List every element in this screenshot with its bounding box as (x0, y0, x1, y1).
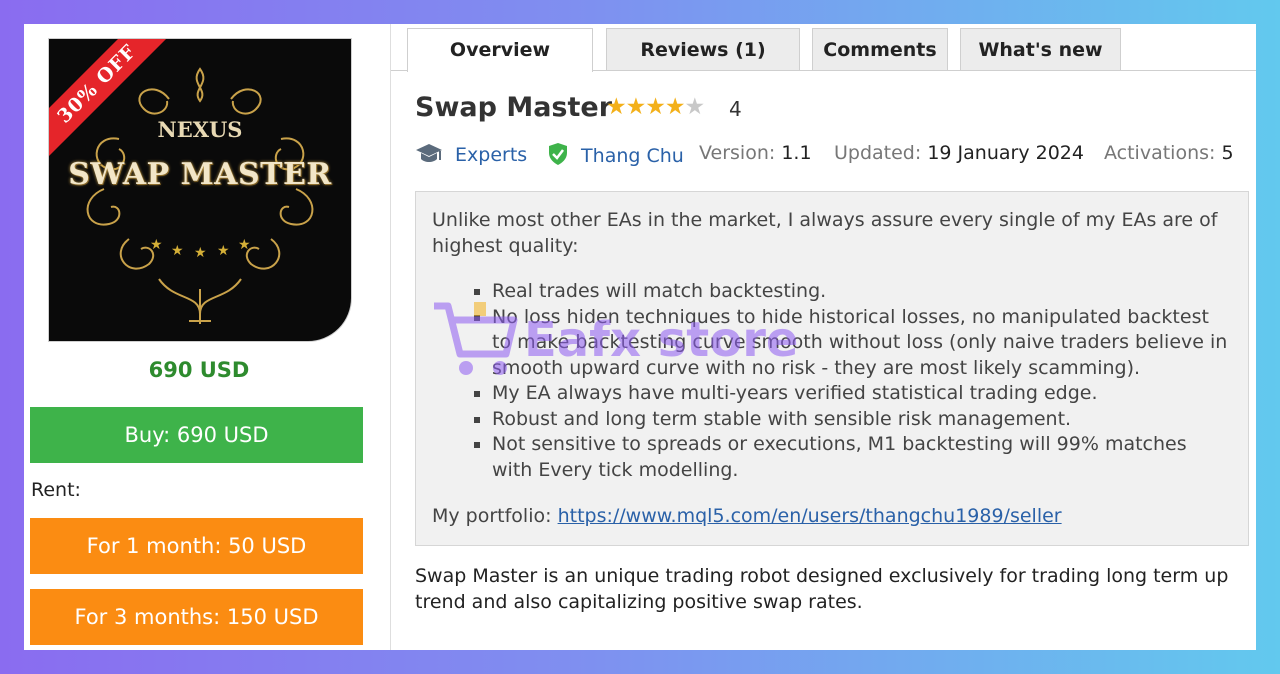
updated-label: Updated: (834, 142, 922, 164)
rent-3-months-button[interactable]: For 3 months: 150 USD (30, 589, 363, 645)
category-meta: Experts (415, 142, 527, 166)
list-item: My EA always have multi-years verified s… (492, 381, 1232, 407)
list-item: Robust and long term stable with sensibl… (492, 407, 1232, 433)
svg-text:★: ★ (238, 237, 251, 253)
portfolio-link[interactable]: https://www.mql5.com/en/users/thangchu19… (558, 505, 1062, 527)
svg-text:★: ★ (217, 243, 230, 259)
rent-1-month-button[interactable]: For 1 month: 50 USD (30, 518, 363, 574)
star-icon: ★ (664, 94, 686, 120)
description-intro: Unlike most other EAs in the market, I a… (432, 209, 1218, 257)
updated-meta: Updated: 19 January 2024 (834, 142, 1084, 164)
activations-label: Activations: (1104, 142, 1216, 164)
rent-label: Rent: (31, 479, 81, 501)
updated-value: 19 January 2024 (927, 142, 1084, 164)
feature-list: Real trades will match backtesting. No l… (432, 279, 1232, 483)
portfolio-line: My portfolio: https://www.mql5.com/en/us… (432, 504, 1062, 530)
list-item: Not sensitive to spreads or executions, … (492, 432, 1232, 483)
list-item: No loss hiden techniques to hide histori… (492, 305, 1232, 382)
tab-reviews[interactable]: Reviews (1) (606, 28, 800, 70)
activations-meta: Activations: 5 (1104, 142, 1234, 164)
product-summary: Swap Master is an unique trading robot d… (415, 564, 1245, 615)
activations-value: 5 (1221, 142, 1234, 164)
category-link[interactable]: Experts (455, 144, 527, 166)
rating-value: 4 (729, 97, 742, 121)
tab-comments[interactable]: Comments (812, 28, 948, 70)
purchase-panel: ★ ★ ★ ★ ★ NEXUS SWAP MASTER 30% OFF 690 … (24, 24, 390, 650)
star-icon: ★ (645, 94, 666, 120)
buy-button[interactable]: Buy: 690 USD (30, 407, 363, 463)
summary-text: is an unique trading robot designed excl… (415, 565, 1229, 613)
verified-shield-icon (549, 143, 567, 165)
version-label: Version: (699, 142, 776, 164)
list-item: Real trades will match backtesting. (492, 279, 1232, 305)
version-meta: Version: 1.1 (699, 142, 812, 164)
summary-product-name: Swap Master (415, 565, 538, 587)
product-page: ★ ★ ★ ★ ★ NEXUS SWAP MASTER 30% OFF 690 … (24, 24, 1256, 650)
description-box: Unlike most other EAs in the market, I a… (415, 191, 1249, 546)
product-price: 690 USD (148, 358, 250, 382)
logo-brand-text: NEXUS (157, 117, 243, 142)
tab-overview[interactable]: Overview (407, 28, 593, 72)
version-value: 1.1 (781, 142, 812, 164)
logo-product-text: SWAP MASTER (68, 157, 332, 192)
graduation-cap-icon (416, 144, 442, 162)
author-link[interactable]: Thang Chu (581, 145, 684, 167)
product-title: Swap Master (415, 92, 613, 123)
tab-whats-new[interactable]: What's new (960, 28, 1121, 70)
svg-text:★: ★ (150, 237, 163, 253)
svg-text:★: ★ (194, 245, 207, 261)
portfolio-label: My portfolio: (432, 505, 552, 527)
product-logo-image[interactable]: ★ ★ ★ ★ ★ NEXUS SWAP MASTER 30% OFF (48, 38, 352, 342)
rating-stars: ★★★★★ (606, 94, 706, 120)
column-divider (390, 24, 391, 650)
author-meta: Thang Chu (547, 142, 684, 167)
star-icon: ★ (625, 94, 647, 120)
svg-text:★: ★ (171, 243, 184, 259)
star-icon: ★ (606, 94, 627, 120)
star-empty-icon: ★ (684, 94, 706, 120)
